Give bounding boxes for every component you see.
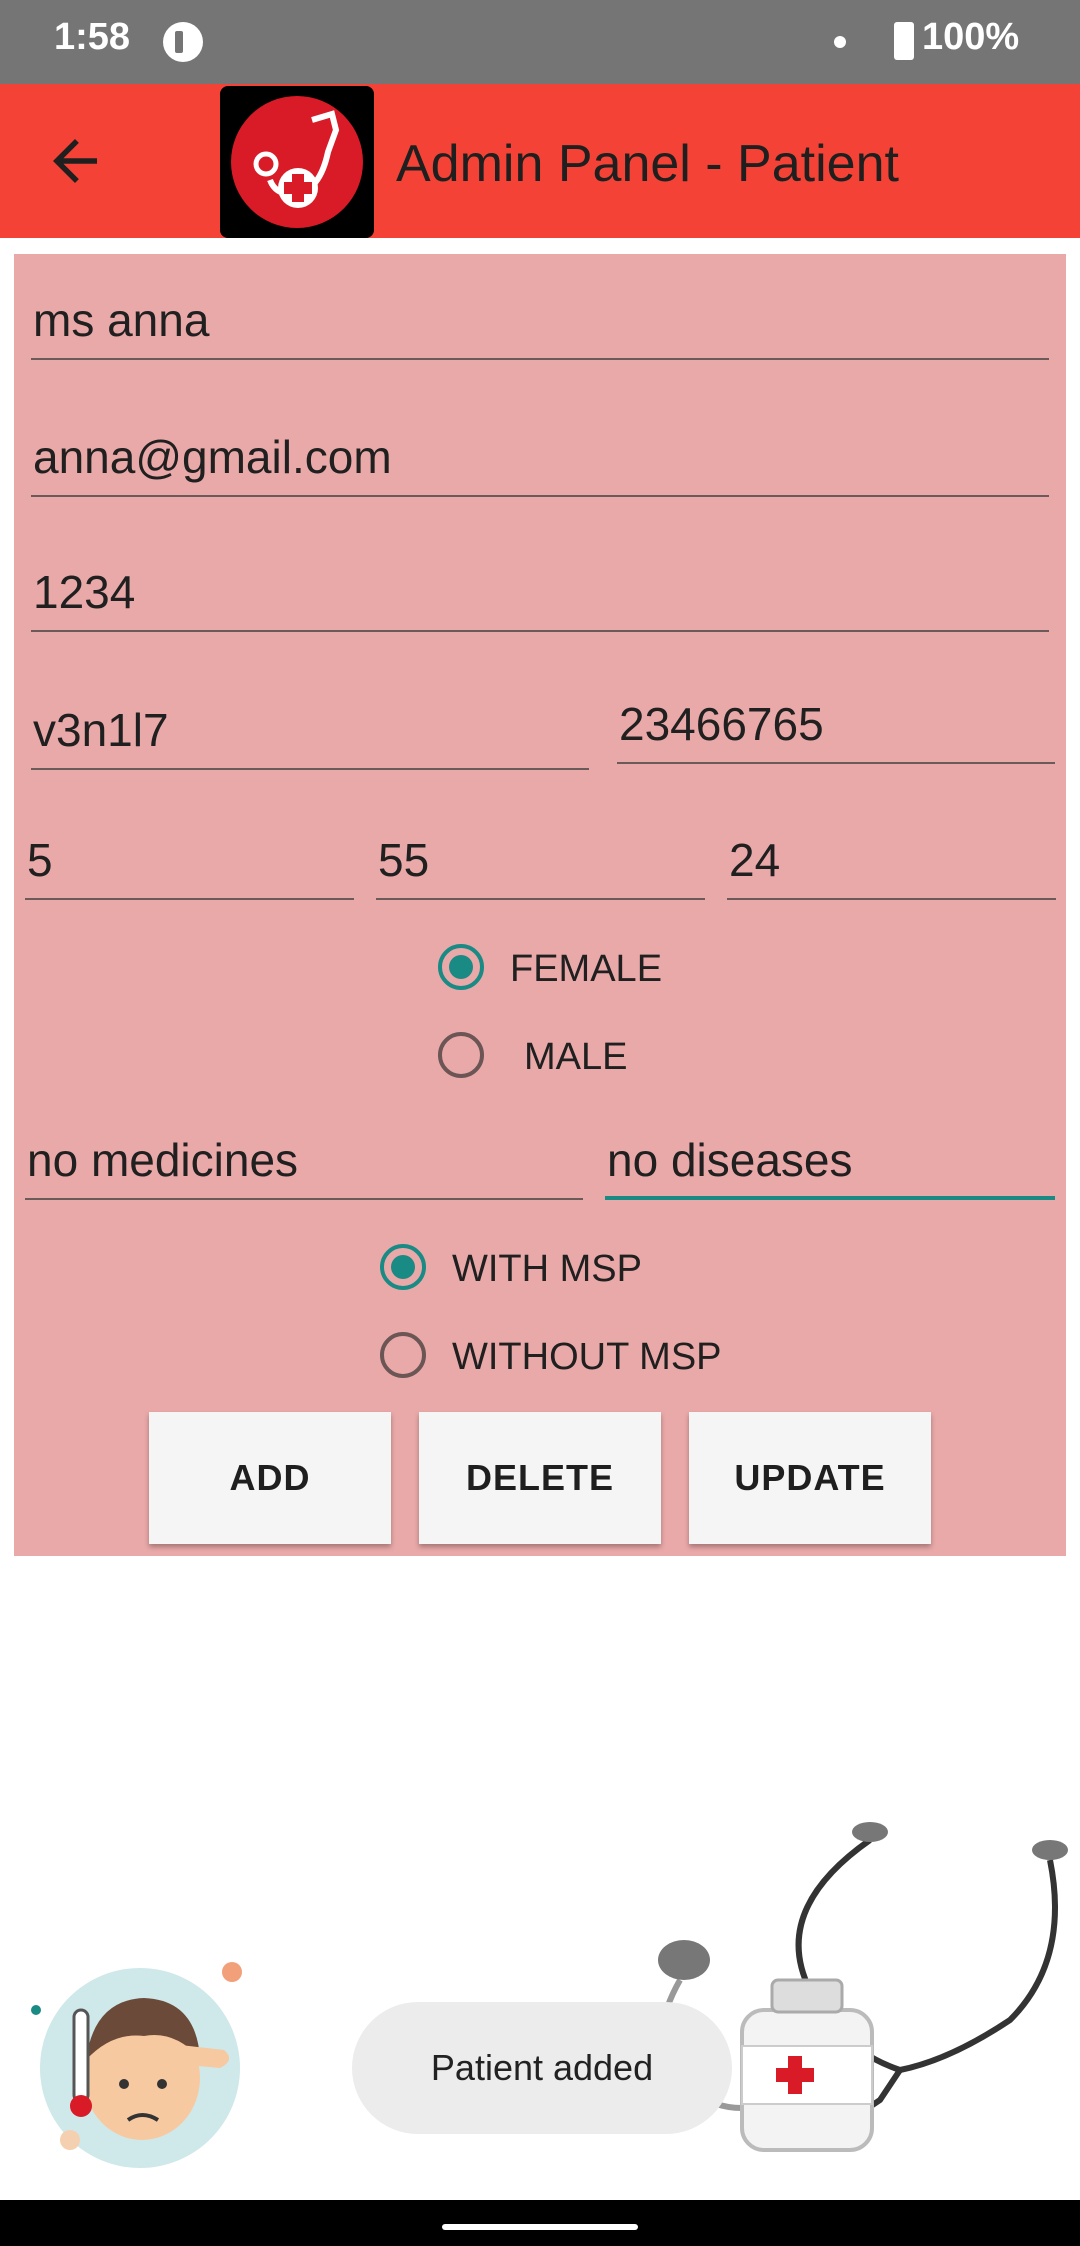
radio-label-male: MALE xyxy=(524,1036,628,1078)
sick-person-illustration xyxy=(31,1962,242,2168)
password-field[interactable]: 1234 xyxy=(31,562,1049,632)
home-gesture-handle[interactable] xyxy=(442,2224,638,2230)
phone-field[interactable]: 23466765 xyxy=(617,694,1055,764)
delete-button[interactable]: DELETE xyxy=(419,1412,661,1544)
notification-dot-icon xyxy=(834,36,846,48)
email-field[interactable]: anna@gmail.com xyxy=(31,427,1049,497)
status-time: 1:58 xyxy=(54,16,131,58)
toast-message: Patient added xyxy=(352,2002,732,2134)
app-logo xyxy=(220,86,374,238)
app-toolbar: Admin Panel - Patient xyxy=(0,84,1080,238)
battery-icon xyxy=(894,22,914,60)
battery-percent: 100% xyxy=(922,16,1020,58)
medicines-field[interactable]: no medicines xyxy=(25,1130,583,1200)
back-arrow-icon[interactable] xyxy=(42,128,108,194)
add-button[interactable]: ADD xyxy=(149,1412,391,1544)
diseases-field[interactable]: no diseases xyxy=(605,1130,1055,1200)
radio-checked-icon[interactable] xyxy=(438,944,484,990)
height-field[interactable]: 5 xyxy=(25,830,354,900)
radio-unchecked-icon[interactable] xyxy=(438,1032,484,1078)
radio-checked-icon[interactable] xyxy=(380,1244,426,1290)
age-field[interactable]: 24 xyxy=(727,830,1056,900)
stethoscope-logo-icon xyxy=(231,96,363,228)
gender-male-radio[interactable]: MALE xyxy=(438,1028,698,1088)
radio-label-with-msp: WITH MSP xyxy=(452,1248,642,1290)
radio-label-without-msp: WITHOUT MSP xyxy=(452,1336,722,1378)
system-nav-bar xyxy=(0,2200,1080,2246)
name-field[interactable]: ms anna xyxy=(31,290,1049,360)
postal-code-field[interactable]: v3n1l7 xyxy=(31,700,589,770)
gender-female-radio[interactable]: FEMALE xyxy=(438,940,698,1000)
app-notification-icon xyxy=(163,22,203,62)
radio-label-female: FEMALE xyxy=(510,948,663,990)
weight-field[interactable]: 55 xyxy=(376,830,705,900)
status-bar: 1:58 100% xyxy=(0,0,1080,84)
radio-unchecked-icon[interactable] xyxy=(380,1332,426,1378)
without-msp-radio[interactable]: WITHOUT MSP xyxy=(380,1328,760,1388)
with-msp-radio[interactable]: WITH MSP xyxy=(380,1240,720,1300)
page-title: Admin Panel - Patient xyxy=(396,135,899,193)
update-button[interactable]: UPDATE xyxy=(689,1412,931,1544)
